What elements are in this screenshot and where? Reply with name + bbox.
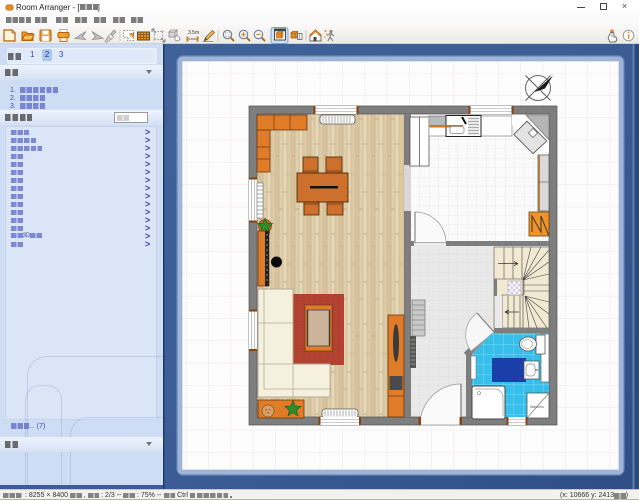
svg-text:Waschm.: Waschm.: [530, 405, 544, 409]
svg-text:3.5m: 3.5m: [188, 30, 199, 36]
